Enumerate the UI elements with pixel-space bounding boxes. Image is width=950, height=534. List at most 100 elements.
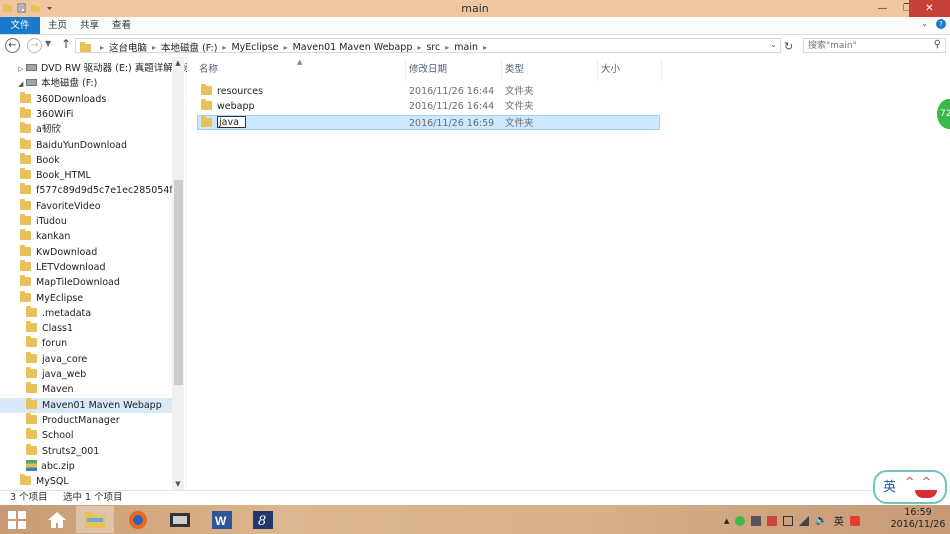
- tray-360-icon[interactable]: [735, 515, 746, 526]
- refresh-icon[interactable]: ↻: [784, 40, 793, 53]
- chevron-right-icon[interactable]: ▸: [152, 43, 156, 52]
- file-row-selected[interactable]: java 2016/11/26 16:59 文件夹: [197, 115, 660, 130]
- column-header-type[interactable]: 类型: [505, 57, 524, 83]
- tray-monitor-icon[interactable]: [751, 515, 762, 526]
- tree-item[interactable]: MapTileDownload: [20, 275, 120, 290]
- tray-security-icon[interactable]: [767, 515, 778, 526]
- tab-file[interactable]: 文件: [0, 17, 40, 34]
- breadcrumb-item[interactable]: MyEclipse: [231, 42, 278, 53]
- breadcrumb: ▸ 这台电脑 ▸ 本地磁盘 (F:) ▸ MyEclipse ▸ Maven01…: [80, 40, 492, 54]
- taskbar-word-button[interactable]: W: [203, 506, 241, 533]
- tree-item[interactable]: Struts2_001: [26, 443, 99, 459]
- network-icon[interactable]: [799, 515, 810, 526]
- search-icon[interactable]: ⚲: [934, 39, 941, 50]
- tree-item[interactable]: School: [26, 428, 74, 443]
- taskbar-firefox-button[interactable]: [119, 506, 157, 533]
- forward-button[interactable]: →: [27, 38, 42, 53]
- windows-logo-icon: [8, 511, 26, 529]
- minimize-button[interactable]: —: [869, 0, 896, 17]
- column-header-name[interactable]: 名称: [199, 57, 218, 83]
- firefox-icon: [129, 511, 147, 529]
- tree-item[interactable]: java_web: [26, 367, 86, 382]
- breadcrumb-item[interactable]: src: [426, 42, 440, 53]
- column-divider[interactable]: [597, 59, 598, 81]
- system-tray: ▲ 🔈 英: [724, 513, 860, 528]
- breadcrumb-item[interactable]: 这台电脑: [109, 40, 147, 54]
- address-field[interactable]: ▸ 这台电脑 ▸ 本地磁盘 (F:) ▸ MyEclipse ▸ Maven01…: [75, 38, 781, 54]
- tree-item[interactable]: LETVdownload: [20, 259, 106, 275]
- chevron-right-icon[interactable]: ▸: [284, 43, 288, 52]
- tree-item[interactable]: 360WiFi: [20, 106, 73, 122]
- breadcrumb-item[interactable]: main: [454, 42, 478, 53]
- scrollbar-thumb[interactable]: [174, 180, 183, 385]
- tree-item[interactable]: a韧欣: [20, 122, 61, 137]
- taskbar-clock[interactable]: 16:59 2016/11/26: [888, 507, 948, 531]
- tree-item[interactable]: 360Downloads: [20, 91, 106, 107]
- tree-item[interactable]: .metadata: [26, 305, 91, 321]
- tree-item[interactable]: f577c89d9d5c7e1ec285054f41: [20, 183, 185, 198]
- expand-ribbon-icon[interactable]: ⌄: [921, 19, 928, 29]
- taskbar-home-button[interactable]: [38, 506, 76, 533]
- tree-item[interactable]: BaiduYunDownload: [20, 137, 127, 153]
- tree-item[interactable]: Maven: [26, 382, 74, 397]
- tree-item[interactable]: Class1: [26, 321, 73, 336]
- tree-item[interactable]: iTudou: [20, 214, 67, 229]
- navigation-scrollbar[interactable]: ▲ ▼: [172, 57, 184, 490]
- help-icon[interactable]: ?: [936, 19, 946, 29]
- tree-item[interactable]: java_core: [26, 351, 87, 367]
- chevron-right-icon[interactable]: ▸: [417, 43, 421, 52]
- expand-icon[interactable]: ▷: [18, 62, 26, 77]
- breadcrumb-item[interactable]: 本地磁盘 (F:): [161, 40, 217, 54]
- file-row[interactable]: resources 2016/11/26 16:44 文件夹: [197, 84, 660, 99]
- column-divider[interactable]: [405, 59, 406, 81]
- start-button[interactable]: [0, 506, 38, 533]
- search-input[interactable]: [806, 39, 928, 52]
- tray-expand-icon[interactable]: ▲: [724, 517, 729, 525]
- column-header-size[interactable]: 大小: [601, 57, 620, 83]
- tree-item[interactable]: Book_HTML: [20, 168, 91, 183]
- tree-item-label: iTudou: [36, 216, 67, 227]
- tray-device-icon[interactable]: [783, 515, 794, 526]
- column-divider[interactable]: [661, 59, 662, 81]
- column-divider[interactable]: [501, 59, 502, 81]
- tree-item[interactable]: ProductManager: [26, 412, 120, 428]
- chevron-right-icon[interactable]: ▸: [483, 43, 487, 52]
- file-row[interactable]: webapp 2016/11/26 16:44 文件夹: [197, 99, 660, 114]
- tree-item[interactable]: kankan: [20, 229, 70, 244]
- taskbar-explorer-button[interactable]: [76, 506, 114, 533]
- column-header-date[interactable]: 修改日期: [409, 57, 447, 83]
- tree-item[interactable]: FavoriteVideo: [20, 198, 101, 214]
- breadcrumb-item[interactable]: Maven01 Maven Webapp: [293, 42, 413, 53]
- tree-item[interactable]: MySQL: [20, 474, 69, 489]
- volume-icon[interactable]: 🔈: [815, 515, 827, 526]
- dvd-drive-icon: [26, 64, 37, 71]
- address-dropdown-icon[interactable]: ⌄: [770, 40, 777, 49]
- tree-item[interactable]: KwDownload: [20, 244, 97, 260]
- tree-item[interactable]: abc.zip: [26, 459, 75, 474]
- tree-item[interactable]: MyEclipse: [20, 290, 83, 306]
- sogou-icon[interactable]: [849, 515, 860, 526]
- chevron-right-icon[interactable]: ▸: [445, 43, 449, 52]
- tree-item[interactable]: Book: [20, 152, 60, 168]
- chevron-right-icon[interactable]: ▸: [222, 43, 226, 52]
- back-button[interactable]: ←: [5, 38, 20, 53]
- scroll-down-icon[interactable]: ▼: [172, 480, 184, 488]
- tray-ime-label[interactable]: 英: [834, 513, 844, 528]
- ime-status-widget[interactable]: 英 ^ ^: [873, 470, 947, 504]
- tree-item[interactable]: Maven01 Maven Webapp: [0, 397, 172, 413]
- recent-locations-button[interactable]: ▼: [45, 39, 51, 48]
- up-button[interactable]: ↑: [61, 37, 71, 51]
- tree-item[interactable]: forun: [26, 336, 67, 351]
- tab-home[interactable]: 主页: [48, 17, 67, 34]
- tab-view[interactable]: 查看: [112, 17, 131, 34]
- taskbar-media-button[interactable]: [161, 506, 199, 533]
- taskbar-app-button[interactable]: 8: [244, 506, 282, 533]
- search-box[interactable]: ⚲: [803, 38, 946, 53]
- title-bar: main — ❐ ✕: [0, 0, 950, 17]
- scroll-up-icon[interactable]: ▲: [172, 59, 184, 67]
- rename-input[interactable]: java: [217, 116, 246, 128]
- tree-item[interactable]: ◢ 本地磁盘 (F:): [18, 76, 97, 91]
- close-button[interactable]: ✕: [909, 0, 950, 17]
- collapse-icon[interactable]: ◢: [18, 77, 26, 92]
- tab-share[interactable]: 共享: [80, 17, 99, 34]
